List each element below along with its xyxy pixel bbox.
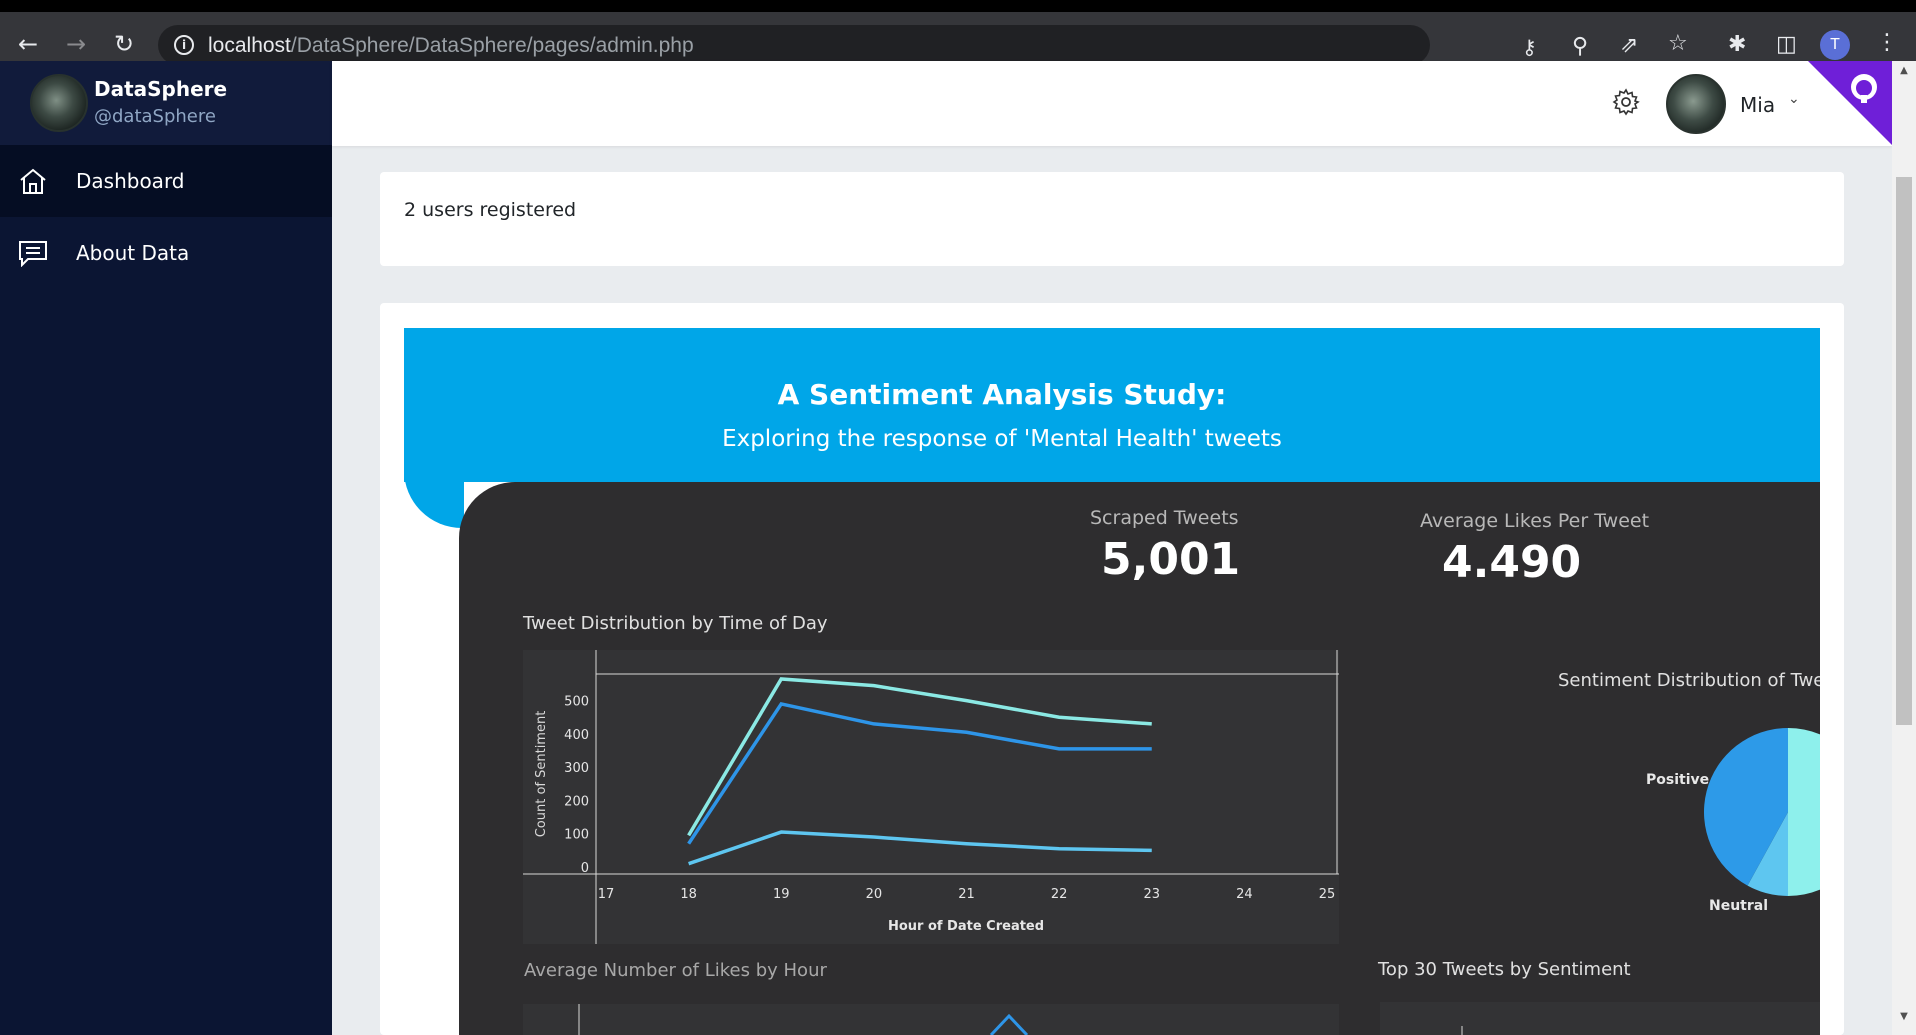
scroll-thumb[interactable]: [1896, 177, 1912, 725]
y-tick-label: 500: [564, 695, 589, 710]
home-icon: [20, 168, 46, 194]
pie-label-neutral: Neutral: [1709, 898, 1769, 914]
x-tick-label: 25: [1319, 887, 1336, 902]
y-tick-label: 400: [564, 728, 589, 743]
brand-name: DataSphere: [94, 77, 228, 101]
x-tick-label: 23: [1143, 887, 1160, 902]
reload-icon[interactable]: ↻: [112, 32, 136, 56]
y-tick-label: 200: [564, 794, 589, 809]
sidebar-item-label: Dashboard: [76, 169, 185, 193]
message-icon: [19, 241, 47, 267]
brand-avatar: [30, 74, 88, 132]
user-name[interactable]: Mia: [1740, 93, 1775, 117]
x-tick-label: 20: [866, 887, 883, 902]
sidebar-item-about-data[interactable]: About Data: [0, 217, 332, 289]
url-text: localhost/DataSphere/DataSphere/pages/ad…: [208, 34, 694, 57]
kpi-value-average-likes: 4.490: [1442, 537, 1582, 588]
pie-slice-other[interactable]: [1788, 728, 1820, 896]
brand-handle: @dataSphere: [94, 106, 216, 127]
forward-icon[interactable]: →: [64, 32, 88, 56]
sidebar-item-dashboard[interactable]: Dashboard: [0, 145, 332, 217]
kpi-value-scraped-tweets: 5,001: [1101, 534, 1241, 585]
chevron-down-icon[interactable]: ⌄: [1788, 91, 1800, 107]
x-tick-label: 22: [1051, 887, 1068, 902]
top-tweets-chart[interactable]: [1380, 1002, 1820, 1035]
zoom-icon[interactable]: ⚲: [1572, 34, 1588, 59]
address-bar[interactable]: i localhost/DataSphere/DataSphere/pages/…: [158, 25, 1537, 65]
site-info-icon[interactable]: i: [174, 35, 194, 55]
x-tick-label: 24: [1236, 887, 1253, 902]
sidebar: DataSphere @dataSphere Dashboard About D…: [0, 61, 332, 1035]
profile-avatar[interactable]: T: [1820, 30, 1850, 60]
key-icon[interactable]: ⚷: [1522, 35, 1537, 59]
menu-kebab-icon[interactable]: ⋮: [1876, 30, 1898, 55]
x-tick-label: 19: [773, 887, 790, 902]
y-tick-label: 0: [581, 861, 589, 876]
bookmark-star-icon[interactable]: ☆: [1668, 31, 1688, 56]
users-registered-card: 2 users registered: [380, 172, 1844, 266]
side-panel-icon[interactable]: ◫: [1776, 32, 1797, 57]
chart-title-top-tweets: Top 30 Tweets by Sentiment: [1378, 959, 1631, 980]
user-avatar[interactable]: [1666, 74, 1726, 134]
x-tick-label: 17: [598, 887, 615, 902]
dashboard-subtitle: Exploring the response of 'Mental Health…: [722, 426, 1282, 452]
pie-chart-sentiment[interactable]: [1620, 720, 1820, 920]
scroll-up-icon[interactable]: ▲: [1892, 65, 1916, 79]
brand-header[interactable]: DataSphere @dataSphere: [0, 61, 332, 145]
pie-label-positive: Positive: [1646, 772, 1710, 788]
github-corner-icon[interactable]: [1808, 61, 1892, 145]
share-icon[interactable]: ⇗: [1620, 33, 1638, 58]
browser-toolbar: ← → ↻ i localhost/DataSphere/DataSphere/…: [0, 0, 1916, 65]
dashboard-title: A Sentiment Analysis Study:: [777, 378, 1227, 411]
x-tick-label: 21: [958, 887, 975, 902]
scroll-down-icon[interactable]: ▼: [1892, 1011, 1916, 1025]
y-tick-label: 300: [564, 761, 589, 776]
extensions-icon[interactable]: ✱: [1728, 32, 1746, 57]
x-axis-label: Hour of Date Created: [888, 919, 1044, 934]
sidebar-item-label: About Data: [76, 241, 190, 265]
page-scrollbar[interactable]: ▲ ▼: [1892, 61, 1916, 1035]
kpi-label-scraped-tweets: Scraped Tweets: [1090, 507, 1239, 529]
back-icon[interactable]: ←: [16, 32, 40, 56]
x-tick-label: 18: [680, 887, 697, 902]
line-chart-time-of-day[interactable]: 0 100 200 300 400 500 17 18 19 20 21 22 23 24 25 Coun…: [523, 650, 1339, 944]
chart-title-time-of-day: Tweet Distribution by Time of Day: [523, 613, 828, 634]
kpi-label-average-likes: Average Likes Per Tweet: [1420, 510, 1650, 532]
y-axis-label: Count of Sentiment: [534, 711, 549, 838]
users-registered-text: 2 users registered: [404, 199, 577, 221]
top-header: Mia ⌄: [332, 61, 1892, 146]
likes-by-hour-chart[interactable]: [523, 1004, 1339, 1035]
y-tick-label: 100: [564, 828, 589, 843]
gear-icon[interactable]: [1612, 88, 1640, 116]
chart-title-likes-by-hour: Average Number of Likes by Hour: [524, 960, 827, 981]
chart-title-sentiment-distribution: Sentiment Distribution of Twee: [1558, 670, 1820, 691]
